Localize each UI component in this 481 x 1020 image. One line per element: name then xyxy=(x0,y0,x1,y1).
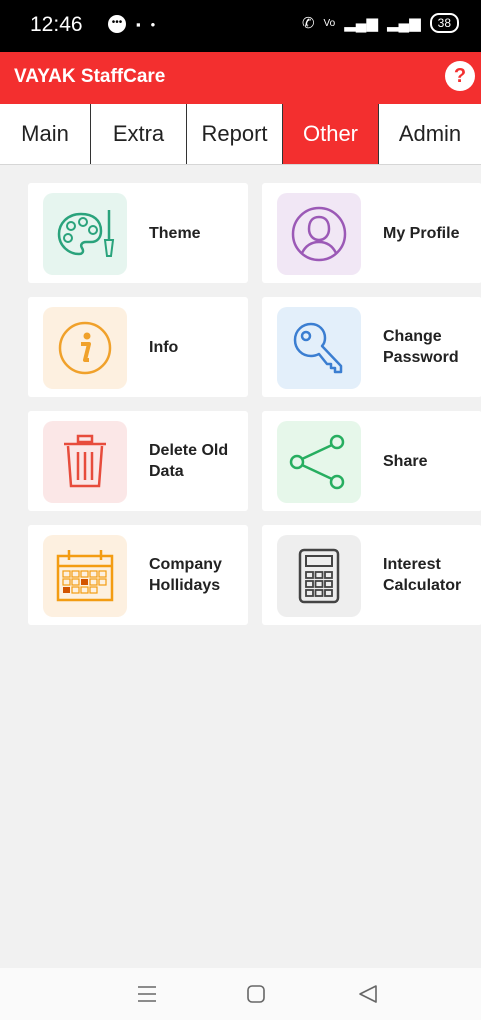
signal-icon-2: ▂▄▆ xyxy=(386,15,421,32)
change-password-label: Change Password xyxy=(383,328,459,366)
my-profile-card[interactable]: My Profile xyxy=(262,183,481,283)
tab-main[interactable]: Main xyxy=(0,104,91,164)
status-bar: 12:46 ••• ▪ • ✆ Vo ▂▄▆ ▂▄▆ 38 xyxy=(0,0,481,52)
change-password-card[interactable]: Change Password xyxy=(262,297,481,397)
info-card[interactable]: Info xyxy=(28,297,248,397)
status-icons: ✆ Vo ▂▄▆ ▂▄▆ 38 xyxy=(302,13,459,33)
home-nav-button[interactable] xyxy=(244,982,268,1006)
status-time: 12:46 xyxy=(30,13,83,36)
share-icon xyxy=(277,421,361,503)
back-nav-button[interactable] xyxy=(356,982,380,1006)
tab-report[interactable]: Report xyxy=(187,104,283,164)
menu-icon xyxy=(138,986,156,1002)
notification-icons: ••• ▪ • xyxy=(108,15,155,33)
notification-icon: ▪ xyxy=(136,16,141,32)
delete-old-data-label: Delete Old Data xyxy=(149,442,229,480)
company-hollidays-card[interactable]: Company Hollidays xyxy=(28,525,248,625)
message-icon: ••• xyxy=(108,15,126,33)
calculator-icon xyxy=(277,535,361,617)
share-label: Share xyxy=(383,452,428,470)
share-card[interactable]: Share xyxy=(262,411,481,511)
app-title: VAYAK StaffCare xyxy=(14,66,166,87)
tab-extra[interactable]: Extra xyxy=(91,104,187,164)
menu-nav-button[interactable] xyxy=(135,982,159,1006)
my-profile-label: My Profile xyxy=(383,224,460,242)
back-triangle-icon xyxy=(359,985,377,1003)
battery-icon: 38 xyxy=(429,13,459,33)
volte-icon: Vo xyxy=(323,17,336,29)
dot-icon: • xyxy=(150,16,156,32)
palette-icon xyxy=(43,193,127,275)
calendar-icon xyxy=(43,535,127,617)
company-hollidays-label: Company Hollidays xyxy=(149,556,222,594)
signal-icon: ▂▄▆ xyxy=(344,15,378,32)
trash-icon xyxy=(43,421,127,503)
home-square-icon xyxy=(247,985,265,1003)
info-label: Info xyxy=(149,338,179,356)
info-icon xyxy=(43,307,127,389)
profile-icon xyxy=(277,193,361,275)
interest-calculator-label: Interest Calculator xyxy=(383,556,462,594)
tab-other[interactable]: Other xyxy=(283,104,379,164)
key-icon xyxy=(277,307,361,389)
tab-admin[interactable]: Admin xyxy=(379,104,481,164)
theme-card[interactable]: Theme xyxy=(28,183,248,283)
interest-calculator-card[interactable]: Interest Calculator xyxy=(262,525,481,625)
delete-old-data-card[interactable]: Delete Old Data xyxy=(28,411,248,511)
wifi-call-icon: ✆ xyxy=(301,15,315,32)
help-button[interactable]: ? xyxy=(445,61,475,91)
theme-label: Theme xyxy=(149,224,201,242)
app-bar: VAYAK StaffCare ? xyxy=(0,52,481,104)
tab-bar: Main Extra Report Other Admin xyxy=(0,104,481,165)
system-nav-bar xyxy=(0,968,481,1020)
